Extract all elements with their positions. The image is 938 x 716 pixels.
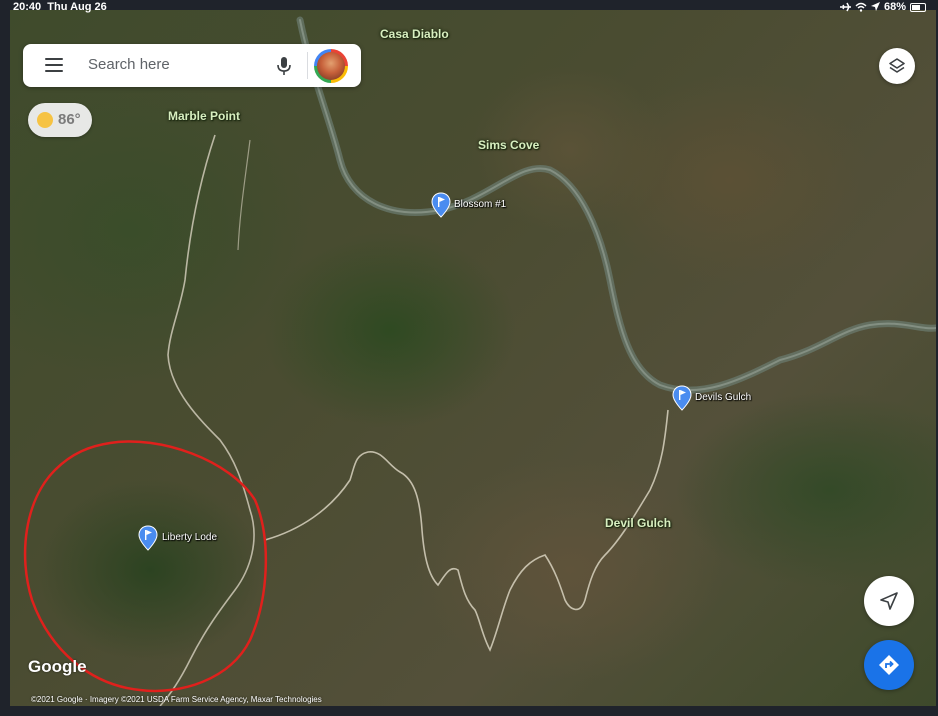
status-time-value: 20:40 [13,1,42,13]
flag-pin-icon[interactable] [138,525,158,551]
search-input[interactable]: Search here [88,56,170,73]
status-time: 20:40 Thu Aug 26 [13,1,107,13]
google-logo: Google [28,657,87,676]
navigation-arrow-icon [880,592,898,610]
mic-icon[interactable] [274,55,294,77]
pin-label-blossom[interactable]: Blossom #1 [454,199,506,210]
search-bar[interactable]: Search here [23,44,361,87]
sun-icon [37,112,53,128]
dirt-road [264,409,669,652]
pin-label-liberty-lode[interactable]: Liberty Lode [162,532,217,543]
status-indicators: 68% [839,1,926,13]
location-arrow-icon [870,2,880,11]
layers-icon [889,58,905,73]
map-overlay [23,16,936,706]
pin-label-devils-gulch[interactable]: Devils Gulch [695,392,751,403]
weather-temperature: 86° [58,111,81,128]
my-location-button[interactable] [864,576,914,626]
airplane-icon [839,2,851,12]
map-copyright[interactable]: ©2021 Google · Imagery ©2021 USDA Farm S… [31,695,322,704]
status-date: Thu Aug 26 [47,1,107,13]
weather-chip[interactable]: 86° [28,103,92,137]
place-label-casa-diablo[interactable]: Casa Diablo [380,27,449,41]
menu-icon[interactable] [45,58,63,72]
flag-pin-icon[interactable] [672,385,692,411]
battery-level [912,4,921,10]
directions-button[interactable] [864,640,914,690]
avatar[interactable] [314,49,348,83]
place-label-devil-gulch[interactable]: Devil Gulch [605,516,671,530]
battery-icon [910,2,926,12]
place-label-marble-point[interactable]: Marble Point [168,109,240,123]
satellite-map[interactable]: Casa Diablo Marble Point Sims Cove Devil… [10,10,936,706]
place-label-sims-cove[interactable]: Sims Cove [478,138,539,152]
search-divider [307,52,308,79]
annotation-circle [23,440,268,693]
flag-pin-icon[interactable] [431,192,451,218]
dirt-road [237,139,251,251]
status-bar: 20:40 Thu Aug 26 68% [0,0,938,14]
wifi-icon [855,2,867,12]
river-highlight [299,19,936,392]
battery-percent: 68% [883,1,906,13]
directions-icon [879,655,899,675]
app-frame: Casa Diablo Marble Point Sims Cove Devil… [0,0,938,716]
layers-button[interactable] [879,48,915,84]
